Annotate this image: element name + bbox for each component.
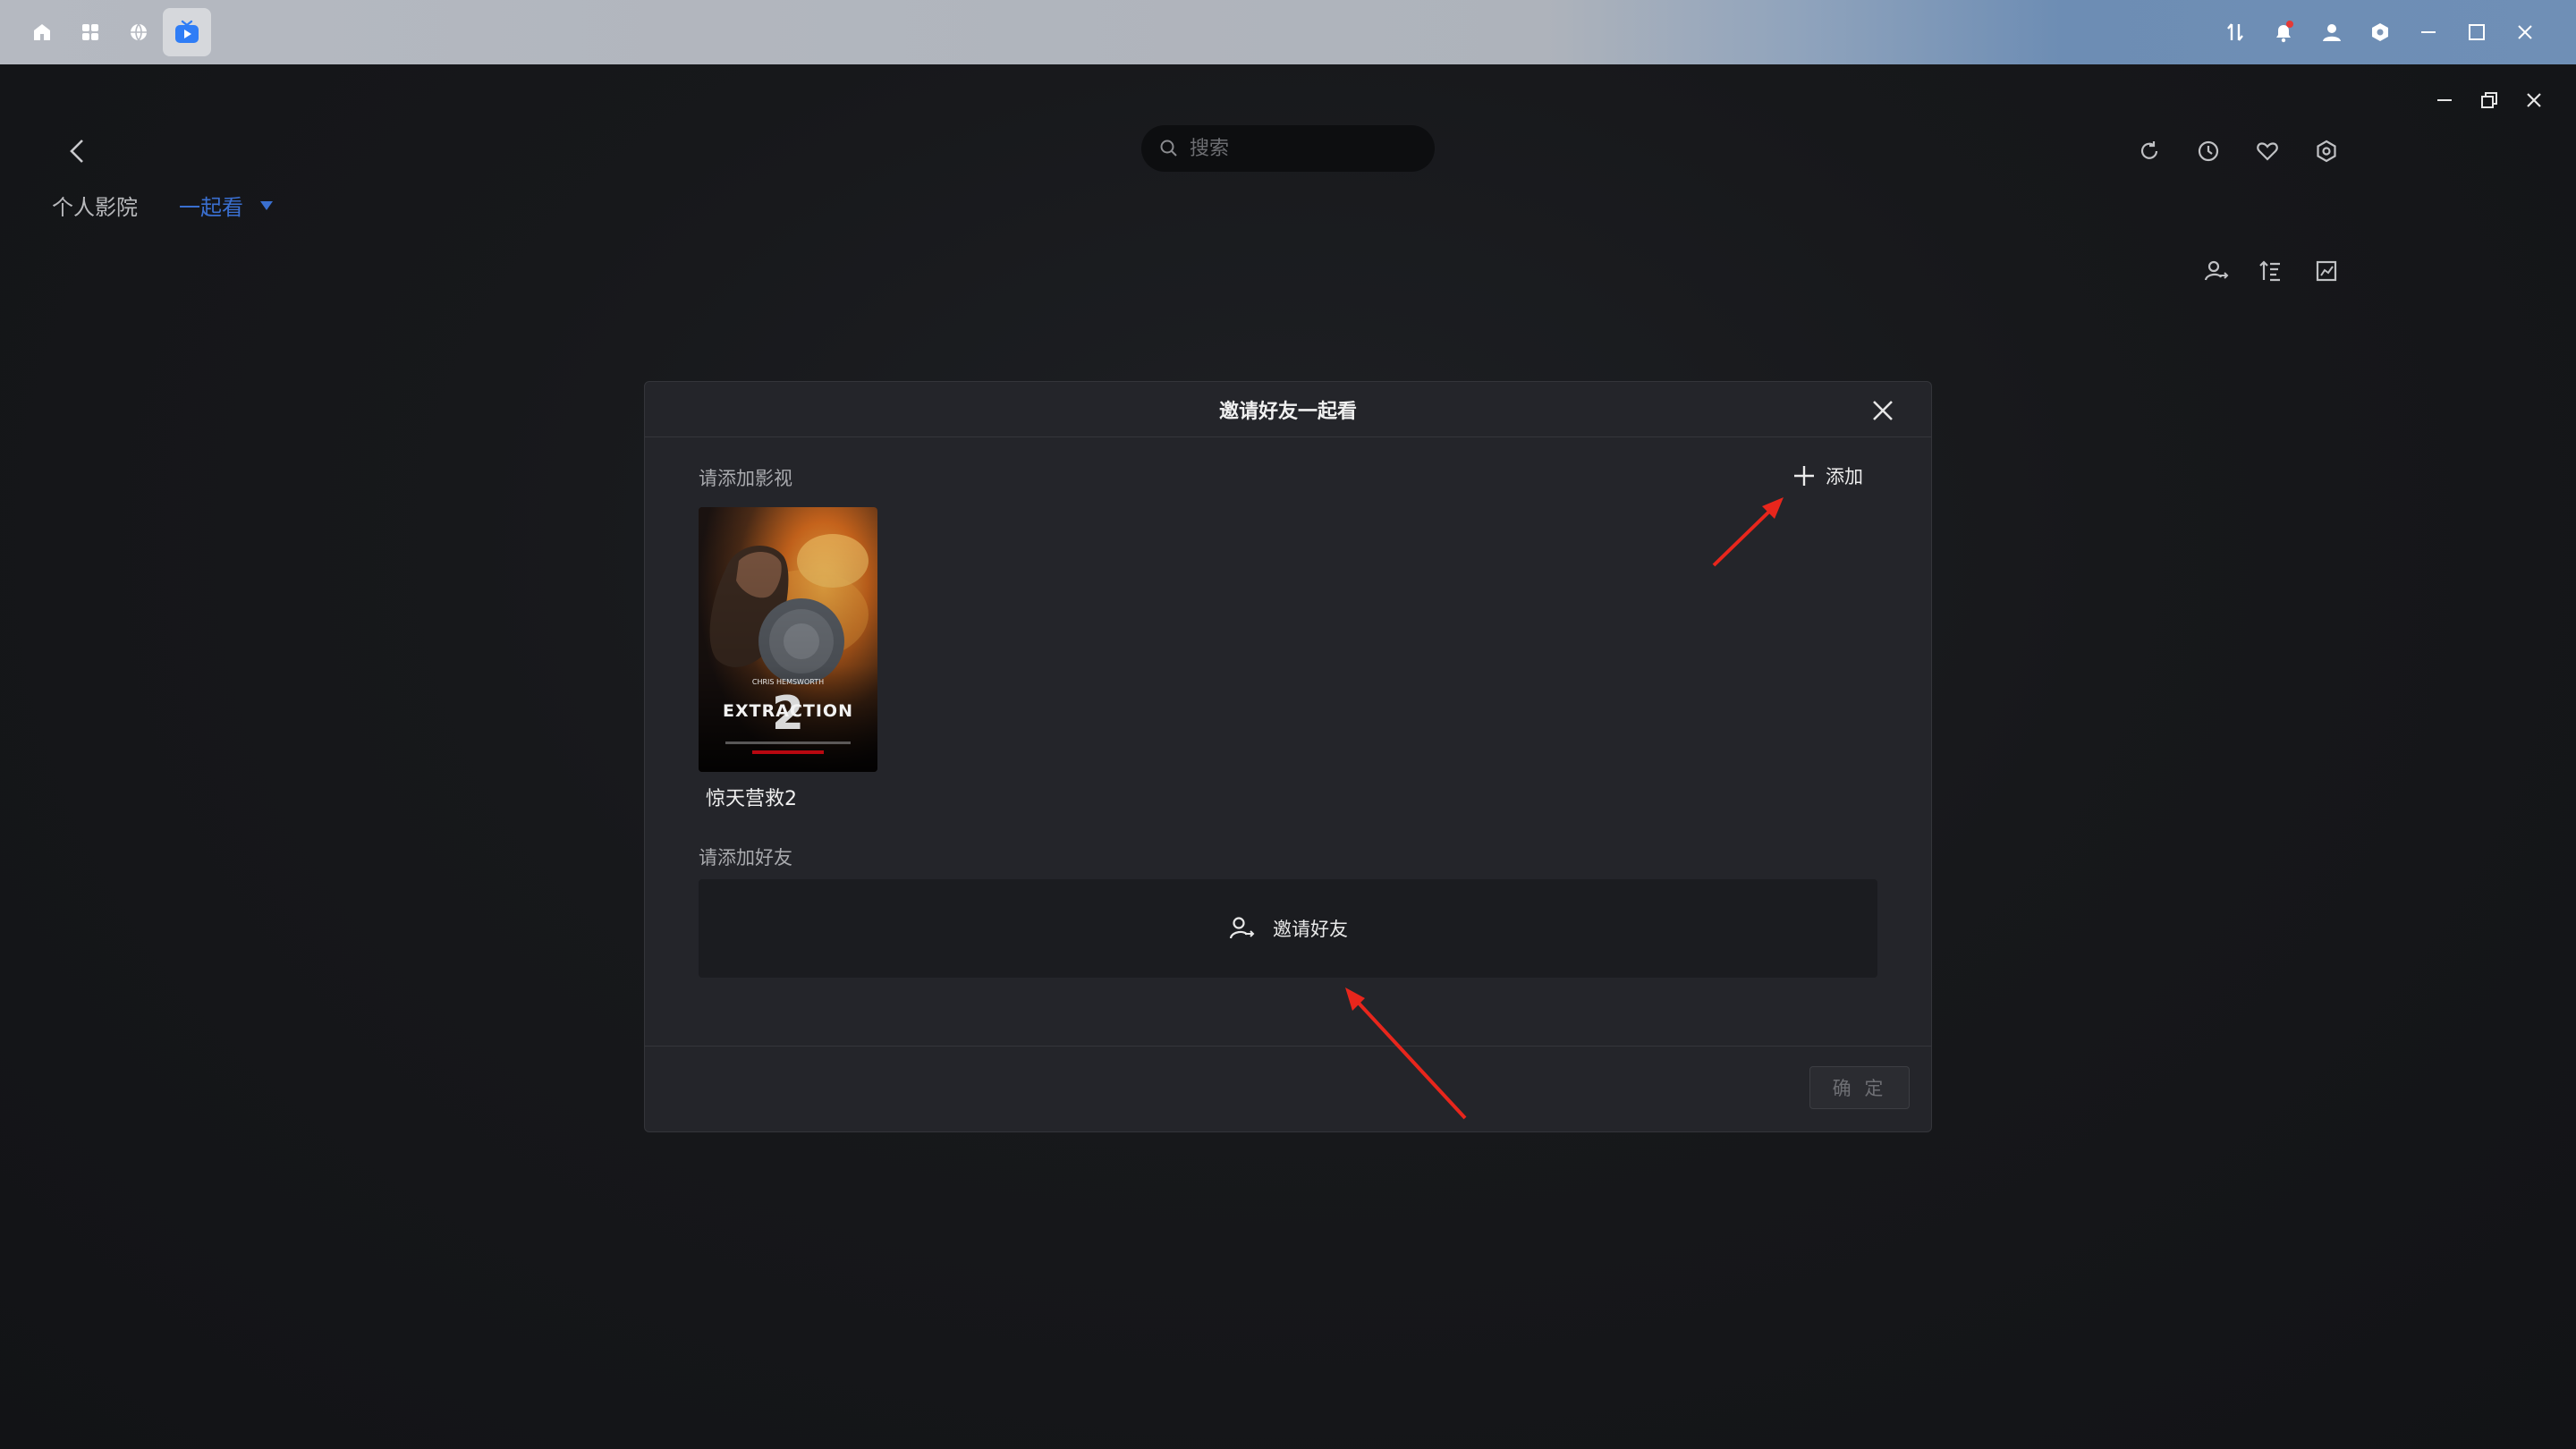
minimize-icon[interactable]: [2422, 75, 2467, 125]
heart-icon[interactable]: [2238, 129, 2297, 174]
close-icon: [1873, 401, 1893, 420]
sort-list-icon[interactable]: [2243, 249, 2297, 293]
search-input[interactable]: [1190, 137, 1404, 160]
close-icon[interactable]: [2501, 0, 2549, 64]
settings-hex-icon[interactable]: [2297, 129, 2356, 174]
maximize-icon[interactable]: [2453, 0, 2501, 64]
dialog-header: 邀请好友一起看: [645, 382, 1931, 437]
movie-title: 惊天营救2: [706, 788, 797, 810]
chevron-left-icon: [70, 140, 83, 163]
sub-actions: [2190, 249, 2356, 293]
movie-poster-image: CHRIS HEMSWORTH 2 EXTRACTION: [699, 507, 877, 772]
tv-app-icon[interactable]: [163, 8, 211, 56]
dialog-footer: 确 定: [645, 1046, 1931, 1131]
tab-label: 一起看: [179, 195, 243, 220]
user-add-icon: [1229, 917, 1255, 939]
back-button[interactable]: [59, 129, 95, 174]
os-launcher-icons: [18, 8, 211, 56]
search-bar[interactable]: [1141, 125, 1435, 172]
media-section-label: 请添加影视: [699, 468, 792, 489]
refresh-icon[interactable]: [2120, 129, 2179, 174]
dialog-title: 邀请好友一起看: [1218, 400, 1357, 423]
home-icon[interactable]: [18, 8, 66, 56]
header-actions: [2120, 129, 2356, 174]
search-icon: [1160, 140, 1177, 157]
user-icon[interactable]: [2308, 0, 2356, 64]
os-tray: [2211, 0, 2549, 64]
bell-icon[interactable]: [2259, 0, 2308, 64]
plus-icon: [1794, 466, 1814, 486]
invite-label: 邀请好友: [1273, 919, 1348, 940]
confirm-button[interactable]: 确 定: [1809, 1066, 1910, 1109]
restore-icon[interactable]: [2467, 75, 2512, 125]
svg-text:CHRIS HEMSWORTH: CHRIS HEMSWORTH: [752, 678, 824, 686]
poster-title: EXTRACTION: [723, 701, 853, 721]
invite-friends-dialog: 邀请好友一起看 请添加影视 添加 CHRIS HEMSWORTH 2 EXTRA…: [644, 381, 1932, 1132]
caret-down-icon: [260, 200, 273, 210]
chart-icon[interactable]: [2297, 249, 2356, 293]
dialog-close-button[interactable]: [1867, 394, 1899, 427]
movie-poster[interactable]: CHRIS HEMSWORTH 2 EXTRACTION: [699, 507, 877, 772]
main-tabs: 个人影院 一起看: [52, 190, 274, 221]
minimize-icon[interactable]: [2404, 0, 2453, 64]
os-taskbar: [0, 0, 2576, 64]
tab-personal-cinema[interactable]: 个人影院: [52, 190, 138, 221]
add-media-button[interactable]: 添加: [1792, 462, 1863, 489]
user-share-icon[interactable]: [2190, 249, 2243, 293]
tab-watch-together[interactable]: 一起看: [179, 190, 274, 221]
invite-friends-button[interactable]: 邀请好友: [699, 879, 1877, 978]
globe-icon[interactable]: [114, 8, 163, 56]
transfer-icon[interactable]: [2211, 0, 2259, 64]
settings-hex-icon[interactable]: [2356, 0, 2404, 64]
add-label: 添加: [1826, 466, 1863, 487]
apps-grid-icon[interactable]: [66, 8, 114, 56]
window-controls: [2422, 75, 2556, 125]
close-icon[interactable]: [2512, 75, 2556, 125]
notification-dot: [2286, 21, 2293, 28]
history-clock-icon[interactable]: [2179, 129, 2238, 174]
friends-section-label: 请添加好友: [699, 847, 792, 869]
